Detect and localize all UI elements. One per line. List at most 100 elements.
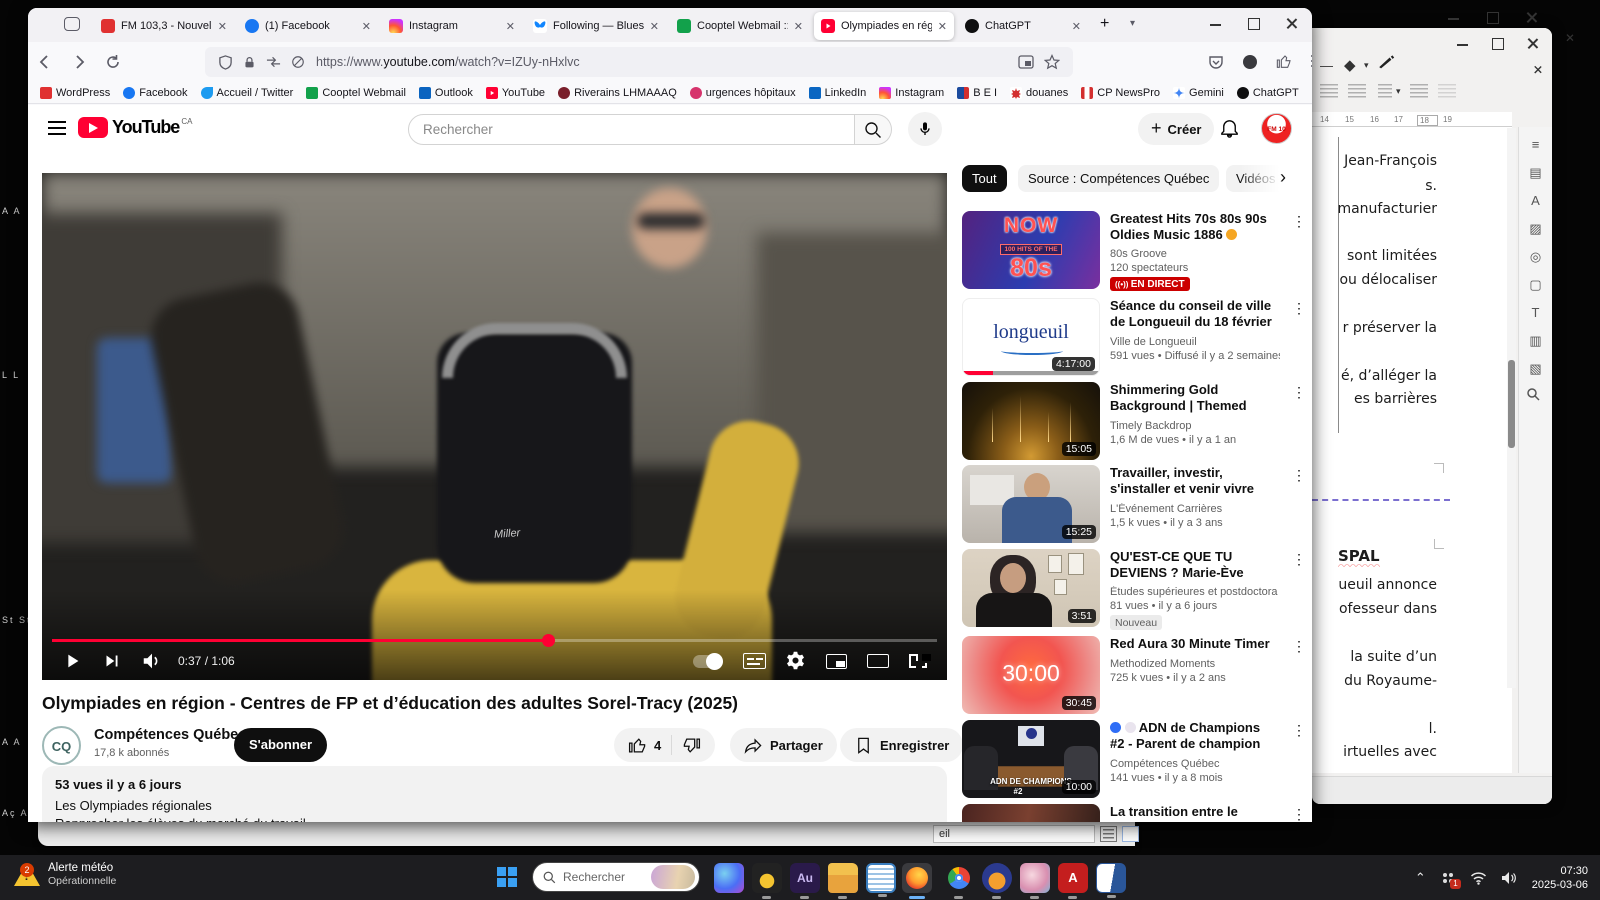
account-avatar[interactable]: FM 10 (1261, 113, 1292, 144)
bird-app-icon[interactable] (752, 863, 782, 893)
sidebar-menu-icon[interactable]: ≡ (1526, 135, 1546, 155)
file-explorer-icon[interactable] (828, 863, 858, 893)
video-thumbnail[interactable]: 15:25 (962, 465, 1100, 543)
wifi-icon[interactable] (1470, 871, 1487, 885)
navigator-icon[interactable]: ◎ (1526, 247, 1546, 267)
background-window-statusbar[interactable]: eil (38, 822, 1135, 846)
channel-name[interactable]: Methodized Moments (1110, 658, 1278, 670)
dislike-button[interactable] (672, 736, 711, 755)
permissions-icon[interactable] (266, 56, 281, 68)
extension-thumb-icon[interactable] (1276, 54, 1292, 70)
play-icon[interactable] (61, 650, 83, 672)
basic-shape-icon[interactable]: ◆ (1344, 56, 1356, 74)
taskbar-search[interactable]: Rechercher (532, 862, 700, 892)
filter-chip-all[interactable]: Tout (962, 165, 1007, 192)
clock[interactable]: 07:30 2025-03-06 (1532, 864, 1588, 892)
notification-close-icon[interactable] (1565, 33, 1575, 43)
recommended-video[interactable]: longueuil 4:17:00 Séance du conseil de v… (962, 298, 1312, 378)
subtitles-icon[interactable] (743, 653, 766, 669)
autoplay-toggle[interactable] (693, 655, 723, 668)
recommended-video[interactable]: La transition entre le secondaire (962, 804, 1312, 822)
recommended-video[interactable]: 15:05 Shimmering Gold Background | Theme… (962, 382, 1312, 462)
extension-icon[interactable] (1242, 54, 1258, 70)
tab-close-icon[interactable] (794, 20, 803, 33)
video-title[interactable]: Séance du conseil de ville de Longueuil … (1110, 298, 1278, 331)
minimize-button[interactable] (1455, 36, 1471, 52)
thunderbird-icon[interactable] (982, 863, 1012, 893)
tray-app-icon[interactable]: 1 (1440, 870, 1456, 886)
video-thumbnail[interactable]: longueuil 4:17:00 (962, 298, 1100, 376)
scrollbar-thumb[interactable] (1508, 360, 1515, 448)
video-menu-icon[interactable] (1292, 384, 1306, 401)
bookmark-item[interactable]: Gemini (1173, 87, 1224, 99)
close-button[interactable] (1524, 10, 1540, 26)
writer-window[interactable]: — ◆ ▾ ▾ 14 15 16 17 18 19 Jean-François … (1312, 28, 1552, 804)
browser-tab[interactable]: (1) Facebook (238, 12, 378, 40)
share-button[interactable]: Partager (730, 728, 837, 762)
browser-tab[interactable]: FM 103,3 - Nouvelles, (94, 12, 234, 40)
video-menu-icon[interactable] (1292, 467, 1306, 484)
description-box[interactable]: 53 vues il y a 6 jours Les Olympiades ré… (42, 766, 947, 822)
bookmark-item[interactable]: douanes (1010, 87, 1068, 99)
save-button[interactable]: Enregistrer (840, 728, 963, 762)
volume-icon[interactable] (141, 650, 163, 672)
minimize-button[interactable] (1446, 10, 1462, 26)
maximize-button[interactable] (1490, 36, 1506, 52)
bookmark-item[interactable]: Instagram (879, 87, 944, 99)
bookmark-item[interactable]: Accueil / Twitter (201, 87, 294, 99)
theater-mode-icon[interactable] (867, 654, 889, 668)
bookmark-item[interactable]: ChatGPT (1237, 87, 1299, 99)
picture-in-picture-icon[interactable] (1018, 55, 1034, 69)
multipage-view-icon[interactable] (1100, 826, 1117, 842)
channel-name[interactable]: Ville de Longueuil (1110, 336, 1278, 348)
notepad-icon[interactable] (866, 863, 896, 893)
video-title[interactable]: ADN de Champions #2 - Parent de champion… (1110, 720, 1278, 753)
settings-gear-icon[interactable] (785, 650, 807, 672)
channel-name[interactable]: Compétences Québec (1110, 758, 1278, 770)
browser-tab[interactable]: Cooptel Webmail :: Bo (670, 12, 810, 40)
paint-icon[interactable] (1020, 863, 1050, 893)
document-page[interactable]: Jean-François s. manufacturier sont limi… (1312, 127, 1512, 773)
start-button[interactable] (497, 867, 517, 887)
tab-close-icon[interactable] (506, 20, 515, 33)
indent-decrease-icon[interactable] (1348, 84, 1366, 98)
channel-name[interactable]: Compétences Québec (94, 727, 246, 743)
new-tab-icon[interactable]: + (1100, 15, 1109, 33)
youtube-logo[interactable]: YouTube CA (78, 117, 192, 138)
video-title[interactable]: Shimmering Gold Background | Themed Part… (1110, 382, 1278, 415)
accessibility-check-icon[interactable]: ▧ (1526, 359, 1546, 379)
close-button[interactable] (1525, 36, 1541, 52)
guide-menu-icon[interactable] (48, 121, 66, 135)
next-icon[interactable] (101, 650, 123, 672)
search-input[interactable]: Rechercher (408, 114, 855, 145)
tab-close-icon[interactable] (218, 20, 227, 33)
recommended-video[interactable]: 3:51 QU'EST-CE QUE TU DEVIENS ? Marie-Èv… (962, 549, 1312, 635)
lock-icon[interactable] (243, 56, 256, 69)
tracking-shield-icon[interactable] (218, 55, 233, 70)
video-thumbnail[interactable] (962, 804, 1100, 822)
minimize-button[interactable] (1208, 16, 1224, 32)
browser-tab[interactable]: ChatGPT (958, 12, 1088, 40)
video-title[interactable]: Travailler, investir, s'installer et ven… (1110, 465, 1278, 498)
sort-icon[interactable] (1438, 84, 1456, 98)
line-spacing-icon[interactable] (1378, 84, 1392, 98)
dropdown-arrow-icon[interactable]: ▾ (1364, 60, 1369, 71)
channel-name[interactable]: Timely Backdrop (1110, 420, 1278, 432)
statusbar-field[interactable]: eil (933, 825, 1095, 843)
tab-close-icon[interactable] (650, 20, 659, 33)
video-menu-icon[interactable] (1292, 300, 1306, 317)
bookmark-item[interactable]: LinkedIn (809, 87, 867, 99)
recommended-video[interactable]: NOW 100 HITS OF THE 80s Greatest Hits 70… (962, 211, 1312, 297)
bookmark-item[interactable]: CP NewsPro (1081, 87, 1160, 99)
menu-icon[interactable] (1310, 54, 1312, 70)
browser-tab[interactable]: Following — Bluesky (526, 12, 666, 40)
channel-avatar[interactable]: CQ (42, 726, 81, 765)
channel-name[interactable]: 80s Groove (1110, 248, 1278, 260)
bookmark-item[interactable]: urgences hôpitaux (690, 87, 796, 99)
bookmark-item[interactable]: Facebook (123, 87, 187, 99)
video-thumbnail[interactable]: 3:51 (962, 549, 1100, 627)
video-player[interactable]: Miller 0:37 / 1:06 (42, 173, 947, 680)
bookmark-item[interactable]: Riverains LHMAAAQ (558, 87, 677, 99)
maximize-button[interactable] (1246, 16, 1262, 32)
insert-line-icon[interactable]: — (1320, 58, 1333, 73)
